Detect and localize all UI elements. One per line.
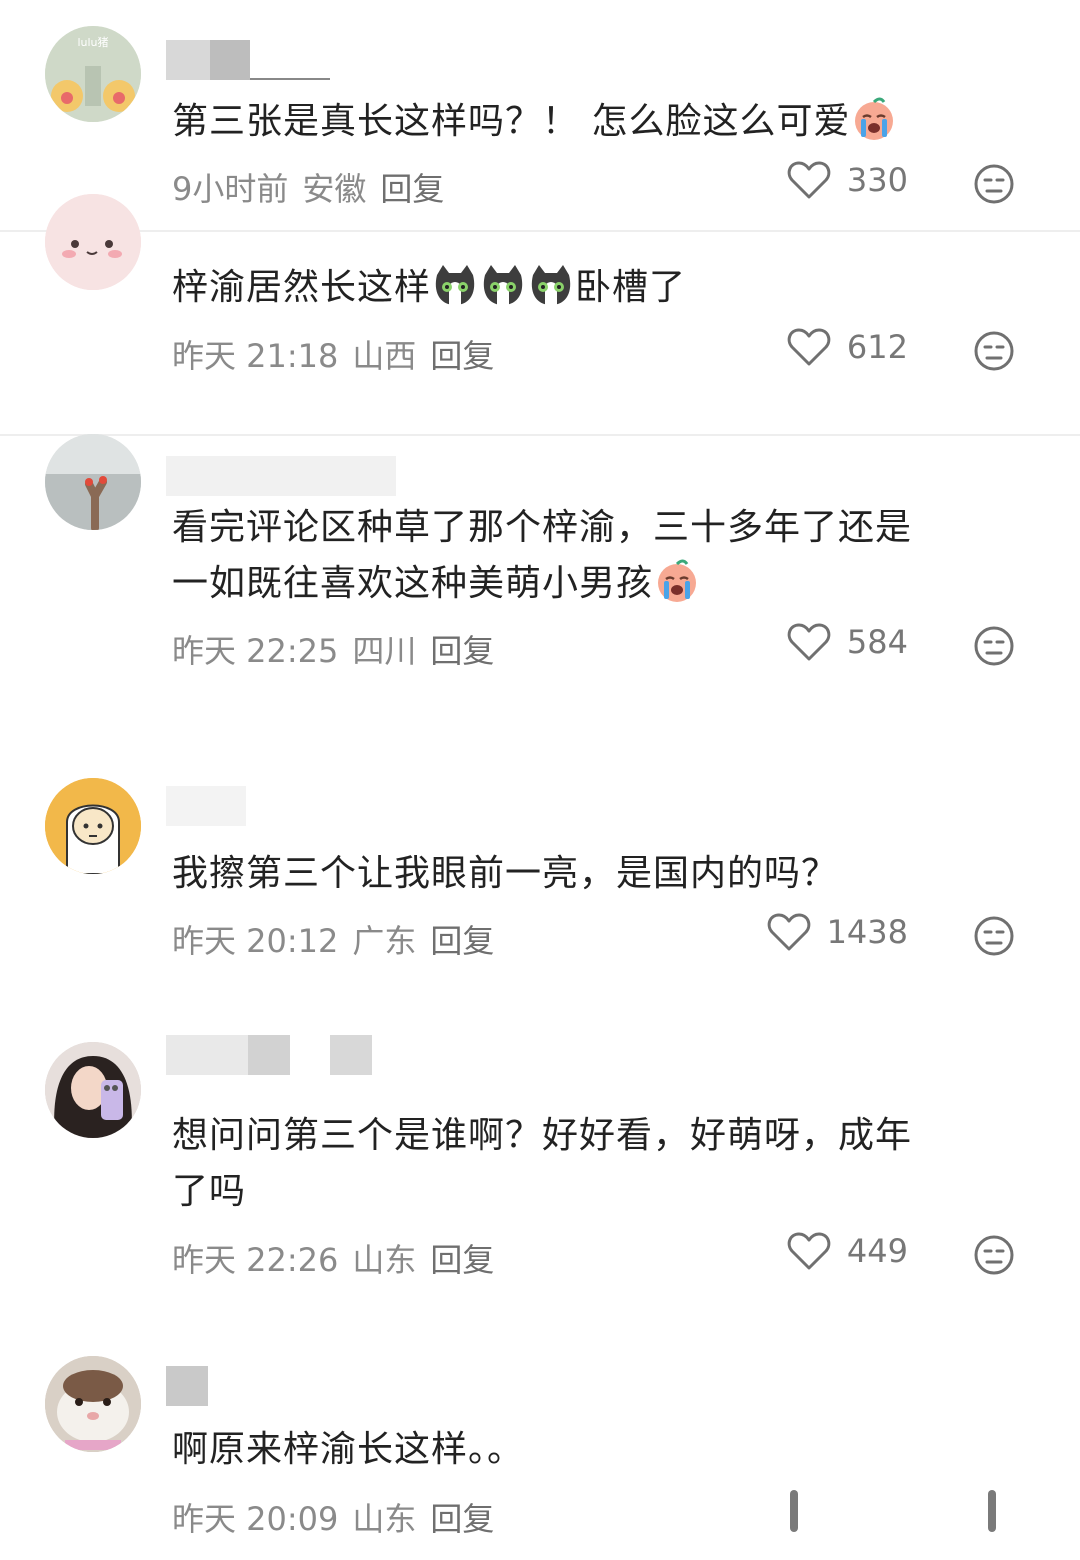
comment-location: 四川 [352,632,417,670]
comment-text: 我擦第三个让我眼前一亮，是国内的吗？ [172,853,839,894]
comment-time: 昨天 22:25 [172,632,339,670]
comment-time: 昨天 22:26 [172,1241,339,1279]
divider [0,230,1080,232]
crying-face-emoji [658,559,697,602]
like-button[interactable]: 584 [787,622,908,662]
scroll-indicator[interactable] [790,1490,798,1532]
like-button[interactable]: 1438 [767,912,908,952]
divider [0,434,1080,436]
username-redacted [248,1035,290,1075]
comment-meta: 昨天 20:12 广东 回复 [172,916,494,962]
username-redacted [166,1035,248,1075]
comment-text: 看完评论区种草了那个梓渝，三十多年了还是 一如既往喜欢这种美萌小男孩 [172,507,913,604]
reply-button[interactable]: 回复 [430,922,494,960]
comment-text: 梓渝居然长这样 卧槽了 [172,260,1032,316]
reply-button[interactable]: 回复 [430,337,494,375]
comment-location: 山西 [352,337,417,375]
reply-button[interactable]: 回复 [430,1241,494,1279]
avatar[interactable] [45,1356,141,1452]
username-underline [250,78,330,80]
reply-button[interactable]: 回复 [380,170,444,208]
cat-face-emoji [483,265,523,305]
username-redacted [166,456,396,496]
avatar[interactable] [45,194,141,290]
dislike-face-icon[interactable] [973,915,1015,957]
comment-meta: 昨天 22:25 四川 回复 [172,626,494,672]
avatar[interactable] [45,778,141,874]
comment-meta: 9小时前 安徽 回复 [172,164,444,210]
cat-face-emoji [531,265,571,305]
comment-time: 昨天 20:09 [172,1500,339,1538]
comment-meta: 昨天 20:09 山东 回复 [172,1494,494,1540]
dislike-face-icon[interactable] [973,1234,1015,1276]
dislike-face-icon[interactable] [973,330,1015,372]
like-button[interactable]: 612 [787,327,908,367]
like-button[interactable]: 330 [787,160,908,200]
reply-button[interactable]: 回复 [430,1500,494,1538]
avatar-label: lulu猪 [77,36,108,49]
comment-text: 想问问第三个是谁啊？好好看，好萌呀，成年 了吗 [172,1115,913,1212]
scroll-indicator[interactable] [988,1490,996,1532]
like-count: 584 [846,623,908,661]
comment-time: 昨天 21:18 [172,337,339,375]
like-count: 330 [846,161,908,199]
like-count: 449 [846,1232,908,1270]
comment-meta: 昨天 21:18 山西 回复 [172,331,494,377]
like-button[interactable]: 449 [787,1231,908,1271]
username-redacted [210,40,250,80]
heart-icon [787,1232,831,1270]
comment-meta: 昨天 22:26 山东 回复 [172,1235,494,1281]
avatar[interactable]: lulu猪 [45,26,141,122]
comment-location: 山东 [352,1500,417,1538]
dislike-face-icon[interactable] [973,625,1015,667]
dislike-face-icon[interactable] [973,163,1015,205]
comment-time: 昨天 20:12 [172,922,339,960]
comment-text: 啊原来梓渝长这样。。 [172,1429,525,1470]
heart-icon [767,913,810,951]
heart-icon [787,623,831,661]
username-redacted [330,1035,372,1075]
comment-time: 9小时前 [172,170,289,208]
comment-location: 广东 [352,922,417,960]
avatar[interactable] [45,434,141,530]
heart-icon [787,161,831,199]
reply-button[interactable]: 回复 [430,632,494,670]
cat-face-emoji [435,265,475,305]
username-redacted [166,786,246,826]
avatar[interactable] [45,1042,141,1138]
comment-location: 安徽 [302,170,367,208]
like-count: 1438 [826,913,908,951]
heart-icon [787,328,831,366]
like-count: 612 [846,328,908,366]
comment-text: 第三张是真长这样吗？！ 怎么脸这么可爱 [172,94,1032,150]
crying-face-emoji [855,97,894,140]
comment-location: 山东 [352,1241,417,1279]
username-redacted [166,1366,208,1406]
